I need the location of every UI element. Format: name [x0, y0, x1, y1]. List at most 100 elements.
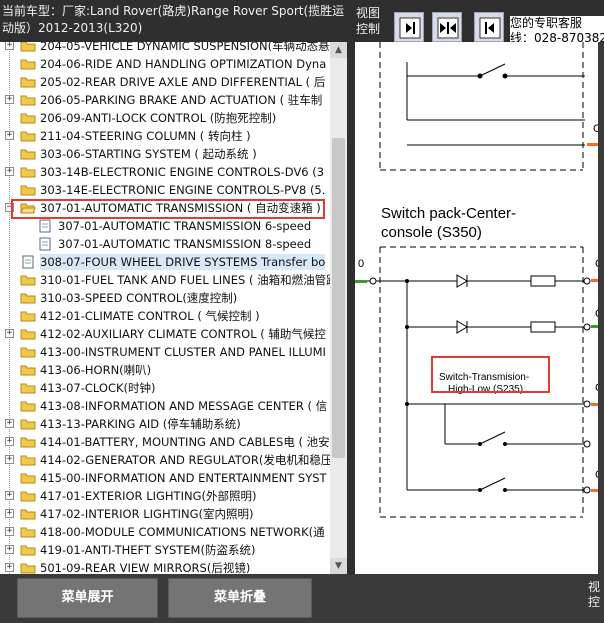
tree-item-label: 303-14E-ELECTRONIC ENGINE CONTROLS-PV8 (…: [40, 183, 326, 197]
tree-item[interactable]: 413-07-CLOCK(时钟): [0, 379, 330, 397]
collapse-menu-button[interactable]: 菜单折叠: [168, 578, 312, 618]
service-line1: 您的专职客服: [510, 16, 583, 30]
expand-icon[interactable]: +: [5, 491, 14, 500]
tree-item-label: 414-01-BATTERY, MOUNTING AND CABLES电 ( 池…: [40, 435, 330, 449]
folder-icon: [20, 59, 36, 70]
tree-item[interactable]: 413-00-INSTRUMENT CLUSTER AND PANEL ILLU…: [0, 343, 330, 361]
tree-item[interactable]: 310-03-SPEED CONTROL(速度控制): [0, 289, 330, 307]
tree-item-label: 413-06-HORN(喇叭): [40, 363, 152, 377]
folder-icon: [20, 473, 36, 484]
align-left-button[interactable]: [474, 12, 504, 42]
document-icon: [39, 219, 51, 233]
folder-icon: [20, 42, 36, 52]
folder-icon: [20, 383, 36, 394]
tree-item[interactable]: 415-00-INFORMATION AND ENTERTAINMENT SYS…: [0, 469, 330, 487]
component-tree: +204-05-VEHICLE DYNAMIC SUSPENSION(车辆动态悬…: [0, 42, 330, 574]
folder-icon: [20, 185, 36, 196]
expand-icon[interactable]: +: [5, 455, 14, 464]
expand-icon[interactable]: +: [5, 437, 14, 446]
tree-item-label: 204-06-RIDE AND HANDLING OPTIMIZATION Dy…: [40, 57, 327, 71]
tree-item-label: 413-13-PARKING AID (停车辅助系统): [40, 417, 241, 431]
expand-icon[interactable]: +: [5, 545, 14, 554]
folder-icon: [20, 275, 36, 286]
tree-item[interactable]: +211-04-STEERING COLUMN ( 转向柱 ): [0, 127, 330, 145]
tree-item[interactable]: +414-01-BATTERY, MOUNTING AND CABLES电 ( …: [0, 433, 330, 451]
tree-item-label: 417-02-INTERIOR LIGHTING(室内照明): [40, 507, 254, 521]
tree-item[interactable]: +418-00-MODULE COMMUNICATIONS NETWORK(通: [0, 523, 330, 541]
panel-divider[interactable]: [347, 42, 355, 574]
view-label-bottom-line1: 视: [588, 580, 601, 594]
expand-icon[interactable]: +: [5, 563, 14, 572]
expand-icon[interactable]: +: [5, 42, 14, 50]
tree-item[interactable]: +417-02-INTERIOR LIGHTING(室内照明): [0, 505, 330, 523]
tree-item[interactable]: 307-01-AUTOMATIC TRANSMISSION 6-speed: [0, 217, 330, 235]
scroll-up-arrow-icon[interactable]: ▲: [330, 42, 347, 58]
tree-item[interactable]: 308-07-FOUR WHEEL DRIVE SYSTEMS Transfer…: [0, 253, 330, 271]
tree-item[interactable]: 310-01-FUEL TANK AND FUEL LINES ( 油箱和燃油管…: [0, 271, 330, 289]
folder-icon: [20, 401, 36, 412]
tree-item[interactable]: +206-05-PARKING BRAKE AND ACTUATION ( 驻车…: [0, 91, 330, 109]
tree-item-label: 419-01-ANTI-THEFT SYSTEM(防盗系统): [40, 543, 256, 557]
highlight-box-switch: [431, 356, 550, 393]
tree-item[interactable]: 204-06-RIDE AND HANDLING OPTIMIZATION Dy…: [0, 55, 330, 73]
folder-icon: [20, 311, 36, 322]
scroll-thumb[interactable]: [332, 138, 345, 458]
align-right-button[interactable]: [394, 12, 424, 42]
document-icon: [22, 255, 34, 269]
service-contact: 您的专职客服 线：028-870382: [510, 16, 604, 42]
folder-icon: [20, 293, 36, 304]
folder-icon: [20, 95, 36, 106]
diagram-canvas: C0 Switch pack-Center- console (S350): [355, 42, 604, 518]
tree-item[interactable]: +501-09-REAR VIEW MIRRORS(后视镜): [0, 559, 330, 574]
fit-width-button[interactable]: [432, 12, 462, 42]
folder-icon: [20, 563, 36, 574]
vehicle-title-line1: 当前车型：厂家:Land Rover(路虎)Range Rover Sport(…: [2, 4, 345, 18]
folder-icon: [20, 527, 36, 538]
tree-item-label: 415-00-INFORMATION AND ENTERTAINMENT SYS…: [40, 471, 327, 485]
expand-icon[interactable]: +: [5, 419, 14, 428]
tree-item[interactable]: 413-08-INFORMATION AND MESSAGE CENTER ( …: [0, 397, 330, 415]
tree-item[interactable]: 413-06-HORN(喇叭): [0, 361, 330, 379]
view-label-bottom-line2: 控: [588, 595, 601, 609]
view-control-label: 视图 控制: [356, 5, 392, 37]
highlight-box-transmission: [11, 199, 325, 219]
diagram-heading-line1: Switch pack-Center-: [381, 205, 516, 222]
scroll-down-arrow-icon[interactable]: ▼: [330, 558, 347, 574]
tree-item[interactable]: 205-02-REAR DRIVE AXLE AND DIFFERENTIAL …: [0, 73, 330, 91]
expand-icon[interactable]: +: [5, 95, 14, 104]
tree-item-label: 205-02-REAR DRIVE AXLE AND DIFFERENTIAL …: [40, 75, 326, 89]
tree-item[interactable]: 303-06-STARTING SYSTEM ( 起动系统 ): [0, 145, 330, 163]
tree-item[interactable]: +414-02-GENERATOR AND REGULATOR(发电机和稳压: [0, 451, 330, 469]
tree-item[interactable]: 303-14E-ELECTRONIC ENGINE CONTROLS-PV8 (…: [0, 181, 330, 199]
expand-icon[interactable]: +: [5, 509, 14, 518]
tree-item-label: 414-02-GENERATOR AND REGULATOR(发电机和稳压: [40, 453, 330, 467]
tree-item[interactable]: +204-05-VEHICLE DYNAMIC SUSPENSION(车辆动态悬: [0, 42, 330, 55]
tree-item-label: 412-02-AUXILIARY CLIMATE CONTROL ( 辅助气候控: [40, 327, 326, 341]
expand-icon[interactable]: +: [5, 131, 14, 140]
tree-item[interactable]: +417-01-EXTERIOR LIGHTING(外部照明): [0, 487, 330, 505]
tree-item[interactable]: +413-13-PARKING AID (停车辅助系统): [0, 415, 330, 433]
tree-item-label: 204-05-VEHICLE DYNAMIC SUSPENSION(车辆动态悬: [40, 42, 330, 53]
tree-item[interactable]: +412-02-AUXILIARY CLIMATE CONTROL ( 辅助气候…: [0, 325, 330, 343]
tree-item[interactable]: 206-09-ANTI-LOCK CONTROL (防抱死控制): [0, 109, 330, 127]
diagram-heading-line2: console (S350): [381, 224, 482, 241]
service-phone: 线：028-870382: [510, 31, 604, 42]
wire-green: [355, 280, 367, 283]
expand-menu-button[interactable]: 菜单展开: [17, 578, 158, 618]
expand-icon[interactable]: +: [5, 329, 14, 338]
folder-icon: [20, 329, 36, 340]
tree-item[interactable]: +303-14B-ELECTRONIC ENGINE CONTROLS-DV6 …: [0, 163, 330, 181]
tree-item-label: 206-05-PARKING BRAKE AND ACTUATION ( 驻车制: [40, 93, 323, 107]
expand-icon[interactable]: +: [5, 167, 14, 176]
folder-icon: [20, 491, 36, 502]
tree-item-label: 417-01-EXTERIOR LIGHTING(外部照明): [40, 489, 257, 503]
tree-scrollbar[interactable]: ▲ ▼: [330, 42, 347, 574]
folder-icon: [20, 509, 36, 520]
expand-icon[interactable]: +: [5, 527, 14, 536]
tree-item[interactable]: +419-01-ANTI-THEFT SYSTEM(防盗系统): [0, 541, 330, 559]
folder-icon: [20, 437, 36, 448]
folder-icon: [20, 149, 36, 160]
tree-item[interactable]: 412-01-CLIMATE CONTROL ( 气候控制 ): [0, 307, 330, 325]
tree-item-label: 413-08-INFORMATION AND MESSAGE CENTER ( …: [40, 399, 328, 413]
tree-item[interactable]: 307-01-AUTOMATIC TRANSMISSION 8-speed: [0, 235, 330, 253]
